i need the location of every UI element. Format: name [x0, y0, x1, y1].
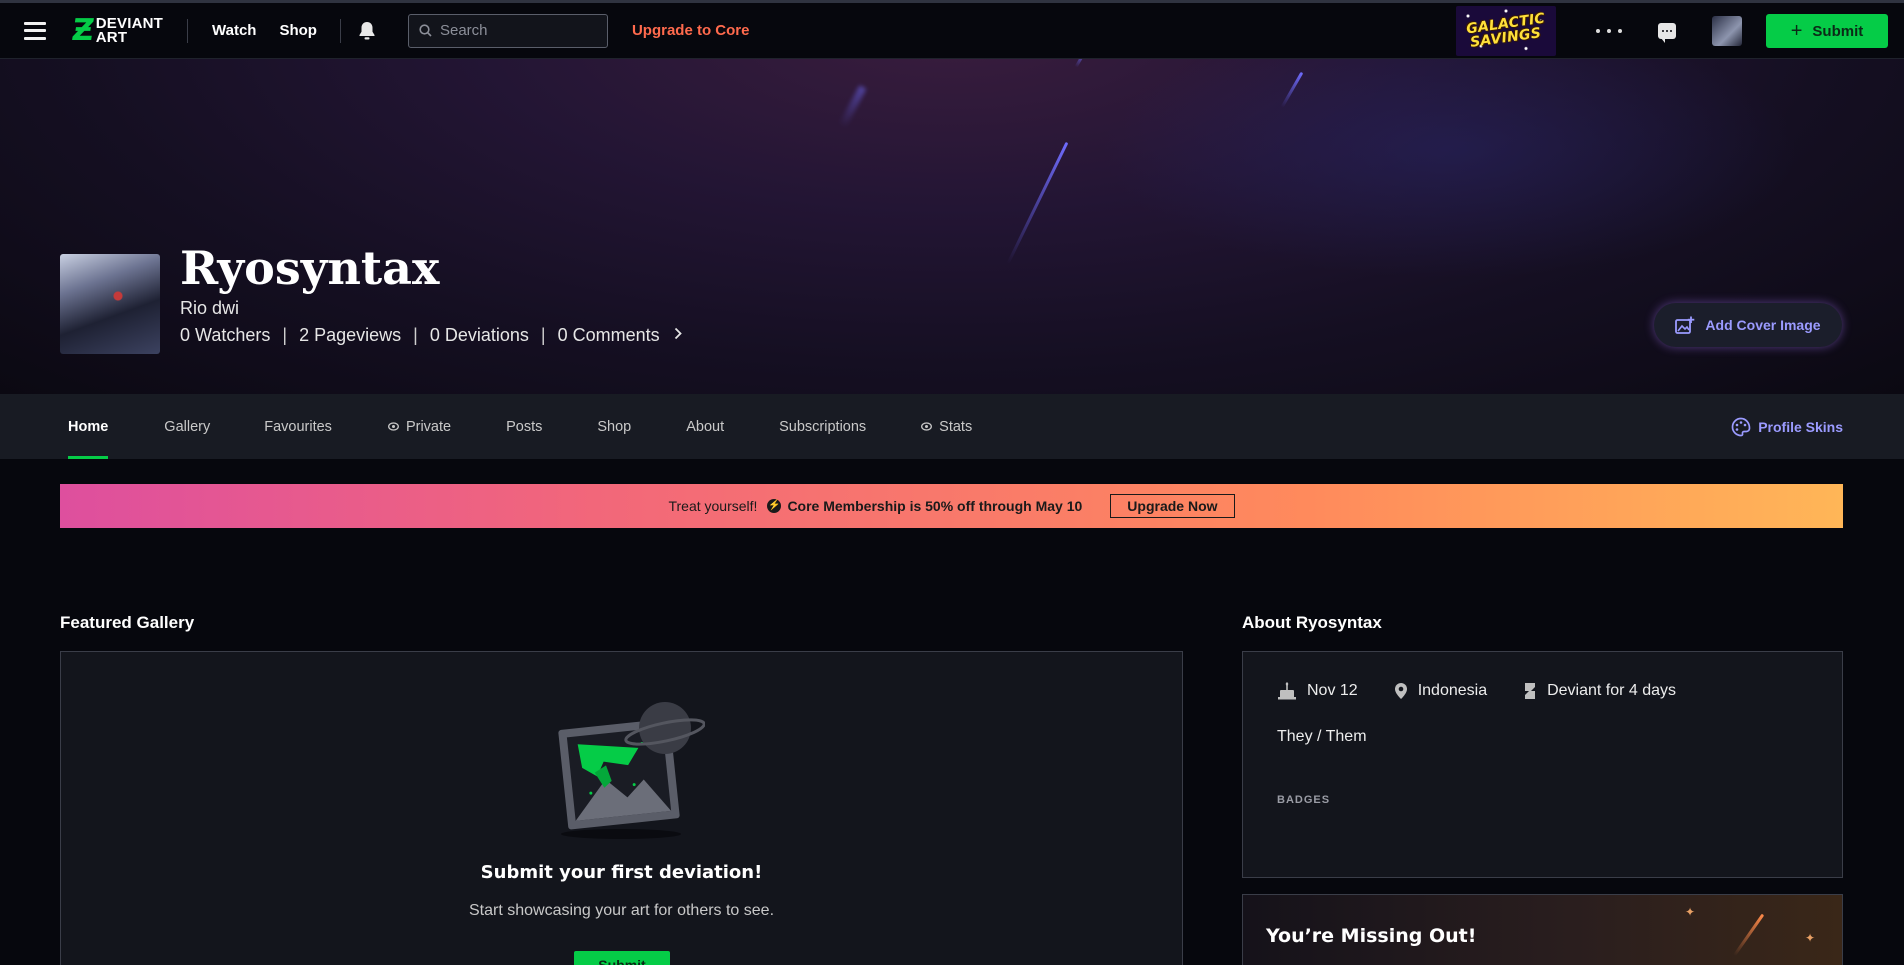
- tab-subscriptions[interactable]: Subscriptions: [779, 394, 866, 459]
- location-text: Indonesia: [1417, 682, 1488, 699]
- user-avatar-menu[interactable]: [1712, 16, 1742, 46]
- profile-username: Ryosyntax: [180, 241, 440, 295]
- upgrade-now-button[interactable]: Upgrade Now: [1110, 494, 1235, 518]
- sparkle-decoration: ✦: [1685, 905, 1696, 919]
- missing-out-promo-card[interactable]: ✦ ✦ You’re Missing Out!: [1242, 894, 1843, 965]
- birthday-cake-icon: [1278, 682, 1296, 700]
- featured-gallery-panel: Submit your first deviation! Start showc…: [60, 651, 1183, 965]
- upgrade-to-core-link[interactable]: Upgrade to Core: [632, 22, 750, 39]
- eye-icon: [921, 422, 933, 431]
- palette-icon: [1731, 417, 1751, 436]
- sparkle-decoration: ✦: [1805, 931, 1816, 945]
- featured-gallery-title: Featured Gallery: [60, 613, 195, 632]
- submit-button-label: Submit: [1812, 22, 1864, 40]
- topbar-right-group: GALACTIC SAVINGS + Submit: [1456, 3, 1888, 59]
- core-icon: ⚡: [767, 499, 782, 513]
- tab-stats[interactable]: Stats: [921, 394, 972, 459]
- more-options-icon[interactable]: [1596, 29, 1622, 33]
- eye-icon: [387, 422, 399, 431]
- logo-wordmark-line2: ART: [95, 28, 128, 46]
- member-for-text: Deviant for 4 days: [1547, 682, 1677, 699]
- plus-icon: +: [1790, 20, 1803, 42]
- divider: [187, 18, 189, 43]
- core-membership-promo-strip: Treat yourself! ⚡ Core Membership is 50%…: [60, 484, 1843, 528]
- top-navigation-bar: Ƶ DEVIANT ART Watch Shop Upgrade to Core…: [0, 0, 1904, 59]
- birthday-item: Nov 12: [1277, 682, 1358, 700]
- tab-shop[interactable]: Shop: [597, 394, 631, 459]
- hamburger-menu-icon[interactable]: [24, 21, 46, 40]
- profile-real-name: Rio dwi: [180, 298, 240, 318]
- meteor-decoration: [1006, 141, 1069, 265]
- tab-posts[interactable]: Posts: [506, 394, 542, 459]
- stats-separator: |: [282, 325, 288, 345]
- meteor-decoration: [1733, 913, 1765, 957]
- profile-skins-link[interactable]: Profile Skins: [1731, 394, 1843, 459]
- meteor-decoration: [1074, 59, 1084, 68]
- tab-favourites[interactable]: Favourites: [264, 394, 332, 459]
- promo-offer: ⚡ Core Membership is 50% off through May…: [767, 498, 1082, 514]
- location-item: Indonesia: [1394, 682, 1487, 700]
- galactic-savings-promo-badge[interactable]: GALACTIC SAVINGS: [1456, 6, 1556, 56]
- submit-deviation-button[interactable]: Submit: [574, 951, 670, 965]
- promo-offer-text: Core Membership is 50% off through May 1…: [787, 498, 1083, 514]
- empty-gallery-title: Submit your first deviation!: [480, 862, 763, 883]
- tab-private[interactable]: Private: [387, 394, 452, 459]
- meteor-decoration: [838, 85, 867, 129]
- location-pin-icon: [1394, 683, 1407, 699]
- profile-stats[interactable]: 0 Watchers | 2 Pageviews | 0 Deviations …: [180, 325, 682, 346]
- search-input[interactable]: [439, 22, 600, 39]
- empty-gallery-subtitle: Start showcasing your art for others to …: [468, 902, 775, 919]
- missing-out-title: You’re Missing Out!: [1266, 925, 1477, 947]
- profile-skins-label: Profile Skins: [1758, 418, 1843, 435]
- birthday-text: Nov 12: [1307, 682, 1358, 699]
- tab-home-label: Home: [68, 418, 109, 435]
- deviantart-logo-icon: [1525, 683, 1536, 699]
- tab-subscriptions-label: Subscriptions: [779, 418, 867, 435]
- logo-wordmark: DEVIANT ART: [95, 16, 163, 46]
- profile-tabs: Home Gallery Favourites Private Posts Sh…: [0, 394, 1904, 459]
- about-meta-row: Nov 12 Indonesia Deviant for 4 days: [1277, 682, 1712, 700]
- tab-favourites-label: Favourites: [264, 418, 332, 435]
- comments-count: 0 Comments: [557, 325, 660, 345]
- pronouns-text: They / Them: [1277, 728, 1367, 745]
- deviantart-logo-icon: Ƶ: [69, 12, 97, 48]
- submit-button[interactable]: + Submit: [1766, 14, 1888, 48]
- stats-separator: |: [540, 325, 546, 345]
- banner-glow: [1100, 59, 1800, 279]
- add-cover-image-button[interactable]: Add Cover Image: [1654, 303, 1842, 347]
- add-cover-image-label: Add Cover Image: [1705, 317, 1821, 333]
- tab-home[interactable]: Home: [68, 394, 109, 459]
- tab-posts-label: Posts: [506, 418, 543, 435]
- divider: [339, 18, 341, 43]
- search-icon: [419, 24, 432, 37]
- search-box[interactable]: [407, 13, 608, 48]
- deviantart-logo[interactable]: Ƶ DEVIANT ART: [69, 12, 163, 48]
- messages-chat-icon[interactable]: [1658, 23, 1676, 43]
- stats-separator: |: [413, 325, 418, 345]
- tab-about-label: About: [686, 418, 725, 435]
- nav-shop-link[interactable]: Shop: [279, 22, 317, 39]
- about-panel: Nov 12 Indonesia Deviant for 4 days They…: [1242, 651, 1843, 878]
- deviations-count: 0 Deviations: [429, 325, 529, 345]
- promo-lead-text: Treat yourself!: [668, 498, 758, 514]
- empty-gallery-illustration-icon: [558, 702, 705, 839]
- tab-private-label: Private: [405, 418, 452, 435]
- tab-gallery[interactable]: Gallery: [164, 394, 210, 459]
- profile-avatar[interactable]: [60, 254, 160, 354]
- watchers-count: 0 Watchers: [180, 325, 271, 345]
- add-image-icon: [1675, 316, 1695, 334]
- member-since-item: Deviant for 4 days: [1523, 682, 1676, 700]
- pageviews-count: 2 Pageviews: [299, 325, 402, 345]
- tab-about[interactable]: About: [686, 394, 724, 459]
- tab-gallery-label: Gallery: [164, 418, 211, 435]
- badges-label: BADGES: [1277, 794, 1331, 806]
- nav-watch-link[interactable]: Watch: [212, 22, 256, 39]
- notifications-bell-icon[interactable]: [357, 20, 377, 42]
- about-title: About Ryosyntax: [1242, 613, 1382, 632]
- tab-stats-label: Stats: [939, 418, 973, 435]
- tab-shop-label: Shop: [597, 418, 632, 435]
- chevron-right-icon: [674, 327, 682, 345]
